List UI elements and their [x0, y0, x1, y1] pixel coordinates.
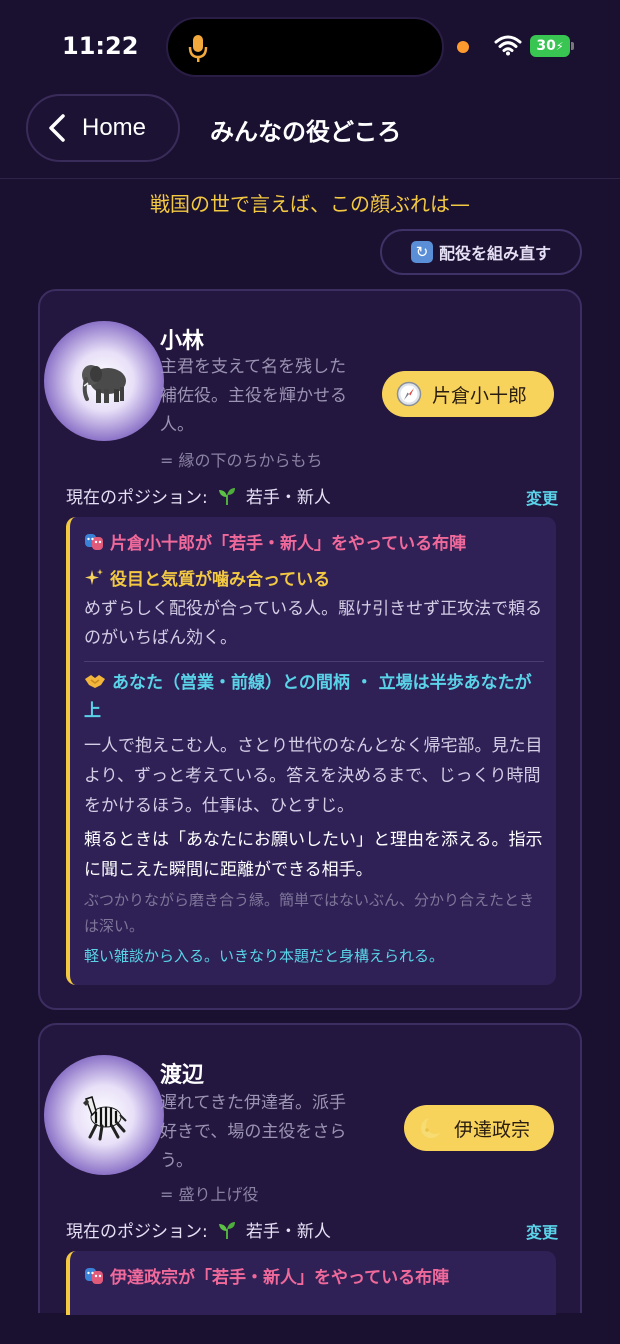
detail-heading: 伊達政宗が「若手・新人」をやっている布陣 [84, 1263, 449, 1288]
role-detail-panel: 伊達政宗が「若手・新人」をやっている布陣 [66, 1251, 556, 1315]
compass-icon [396, 381, 422, 407]
battery-cap [571, 42, 574, 50]
home-back-button[interactable]: Home [26, 94, 180, 162]
role-detail-panel: 片倉小十郎が「若手・新人」をやっている布陣 役目と気質が噛み合っている めずらし… [66, 517, 556, 985]
page-subtitle: 戦国の世で言えば、この顔ぶれは— [150, 192, 470, 216]
detail-divider [84, 661, 544, 662]
position-row: 現在のポジション: 若手・新人 変更 [66, 483, 558, 508]
change-position-link[interactable]: 変更 [526, 1219, 558, 1243]
refresh-icon: ↻ [410, 241, 433, 263]
member-nickname: = 盛り上げ役 [160, 1185, 259, 1204]
relation-heading-text: あなた（営業・前線）との間柄 ・ 立場は半歩あなたが上 [84, 673, 532, 721]
zebra-icon [83, 1096, 127, 1141]
position-prefix: 現在のポジション: [66, 1222, 208, 1242]
change-position-link[interactable]: 変更 [526, 485, 558, 509]
battery-indicator: 30 ⚡ [530, 35, 570, 57]
dynamic-island [166, 17, 444, 77]
member-card: 小林 主君を支えて名を残した補佐役。主役を輝かせる人。 = 縁の下のちからもち … [38, 289, 582, 1010]
role-label: 伊達政宗 [454, 1118, 531, 1141]
position-value: 若手・新人 [245, 488, 331, 508]
member-nickname: = 縁の下のちからもち [160, 451, 323, 470]
sparkles-icon [85, 569, 103, 585]
relation-tip: 軽い雑談から入る。いきなり本題だと身構えられる。 [84, 947, 445, 965]
member-description: 主君を支えて名を残した補佐役。主役を輝かせる人。 [160, 357, 347, 435]
sprout-icon [218, 488, 235, 505]
role-badge[interactable]: 片倉小十郎 [382, 371, 554, 417]
battery-level: 30 [536, 38, 556, 54]
relation-heading: あなた（営業・前線）との間柄 ・ 立場は半歩あなたが上 [84, 669, 544, 725]
position-value: 若手・新人 [245, 1222, 331, 1242]
charging-bolt-icon: ⚡ [555, 39, 564, 53]
theater-masks-icon [85, 534, 103, 550]
relation-note: ぶつかりながら磨き合う縁。簡単ではないぶん、分かり合えたときは深い。 [84, 891, 535, 935]
theater-masks-icon [85, 1268, 103, 1284]
elephant-icon [82, 365, 126, 403]
detail-heading-text: 伊達政宗が「若手・新人」をやっている布陣 [110, 1268, 450, 1288]
reshuffle-label: 配役を組み直す [438, 244, 551, 263]
member-card: 渡辺 遅れてきた伊達者。派手好きで、場の主役をさらう。 = 盛り上げ役 伊達政宗… [38, 1023, 582, 1315]
detail-heading-text: 片倉小十郎が「若手・新人」をやっている布陣 [110, 534, 467, 554]
privacy-indicator-dot [457, 41, 469, 53]
match-body: めずらしく配役が合っている人。駆け引きせず正攻法で頼るのがいちばん効く。 [84, 599, 543, 648]
role-badge[interactable]: 伊達政宗 [404, 1105, 554, 1151]
avatar [44, 321, 164, 441]
avatar [44, 1055, 164, 1175]
detail-heading: 片倉小十郎が「若手・新人」をやっている布陣 [84, 529, 466, 554]
microphone-icon [188, 35, 208, 62]
chevron-left-icon [49, 114, 65, 142]
position-row: 現在のポジション: 若手・新人 変更 [66, 1217, 558, 1242]
relation-advice: 頼るときは「あなたにお願いしたい」と理由を添える。指示に聞こえた瞬間に距離ができ… [84, 830, 543, 880]
reshuffle-roles-button[interactable]: ↻ 配役を組み直す [380, 229, 582, 275]
header-divider [0, 178, 620, 179]
sprout-icon [218, 1222, 235, 1239]
handshake-icon [85, 675, 105, 688]
position-prefix: 現在のポジション: [66, 488, 208, 508]
member-name: 小林 [160, 329, 205, 354]
member-name: 渡辺 [160, 1063, 205, 1088]
home-back-label: Home [82, 114, 147, 141]
match-heading: 役目と気質が噛み合っている [84, 565, 330, 590]
page-title: みんなの役どころ [210, 118, 402, 146]
relation-body: 一人で抱えこむ人。さとり世代のなんとなく帰宅部。見た目より、ずっと考えている。答… [84, 736, 543, 816]
status-time: 11:22 [62, 32, 139, 60]
moon-icon [421, 1116, 444, 1138]
member-description: 遅れてきた伊達者。派手好きで、場の主役をさらう。 [160, 1093, 347, 1171]
role-label: 片倉小十郎 [432, 384, 528, 407]
match-heading-text: 役目と気質が噛み合っている [110, 570, 331, 590]
status-bar: 11:22 30 ⚡ [0, 0, 620, 90]
wifi-icon [494, 35, 522, 56]
